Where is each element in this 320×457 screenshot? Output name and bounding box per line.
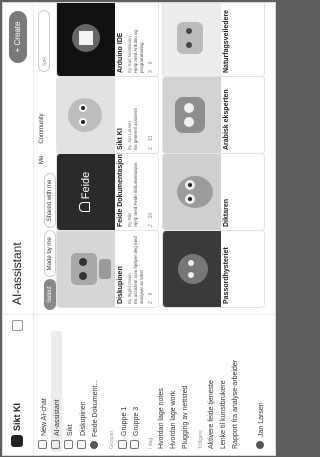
chat-history-item[interactable]: Hvordan lage notes [156,388,167,449]
robot-illustration-icon [57,77,115,153]
card-title: Sikt KI [117,128,124,150]
card-title: Arabisk eksperten [223,89,230,150]
sidebar-item-feide[interactable]: Feide Dokument... [90,380,101,449]
like-count: 2 [148,301,154,304]
app-window: Sikt KI AI-assistant + Create New AI-cha… [2,2,276,456]
lock-icon [79,202,90,213]
card-title: Passordhysteriet [223,247,230,304]
view-count: 8 [148,292,154,296]
assistant-card[interactable]: Arduino IDE By Kari Nordmann Hjelp med A… [56,3,159,77]
brand-name: Sikt KI [12,402,22,431]
folder-icon [130,440,139,449]
section-label-groups: Grupper [109,430,115,449]
section-label-today: I dag [148,437,154,449]
view-count: 20 [148,212,154,219]
sidebar-item-label: New AI-chat [41,398,48,436]
robot-illustration-icon [163,77,221,153]
card-stats: 39 [148,55,154,73]
folder-icon [118,440,127,449]
sidebar-header: Sikt KI [3,314,33,455]
avatar [90,441,98,449]
sidebar-item-label: AI-assistant [54,399,61,436]
chat-history-item[interactable]: Rapport fra analyse-arbeider [230,360,241,449]
card-title: Naturfagsveiledere [223,9,230,73]
sidebar-item-label: Gruppe 3 [133,406,140,436]
user-avatar [256,441,264,449]
owl-illustration-icon [163,154,221,230]
assistant-card[interactable]: Feide Feide Dokumentasjon By Sikt Hjelp … [56,153,159,231]
card-author: By Kari Nordmann [127,36,132,73]
robot-illustration-icon [163,3,221,76]
card-author: By Ingrid Olsen [127,273,132,304]
sidebar-item-label: Feide Dokument... [92,379,99,437]
scope-community[interactable]: Community [39,113,45,143]
card-title: Feide Dokumentasjon [117,154,124,227]
sidebar-item-group-1[interactable]: Gruppe 1 [118,407,129,449]
card-description: Hjelp med Arduino og programmering [133,29,144,73]
tab-select[interactable]: Select [44,279,56,310]
assistant-card[interactable]: Diskupinen By Ingrid Olsen En assistent … [56,230,159,308]
filter-tabs: SelectMade by meShared with me [38,171,56,310]
user-profile[interactable]: Jan Larsen [256,402,265,449]
assistant-card[interactable]: Sikt KI By Jan Larsen En generell assist… [56,76,159,154]
card-description: En generell assistent [133,108,138,150]
robot-illustration-icon [57,231,115,307]
like-count: 2 [148,147,154,150]
card-description: En assistent som hjelper deg med analyse… [133,236,144,304]
view-count: 13 [148,135,154,142]
tab-made-by-me[interactable]: Made by me [44,230,56,278]
card-author: By Jan Larsen [127,121,132,150]
app-logo-icon [11,435,23,447]
card-title: Arduino IDE [117,32,124,73]
sidebar-item-label: Gruppe 1 [121,406,128,436]
assistant-card[interactable]: Arabisk eksperten [162,76,265,154]
sidebar-item-group-3[interactable]: Gruppe 3 [130,407,141,449]
chat-history-item[interactable]: Lenke til kunstbrukere [218,381,229,449]
chat-history-item[interactable]: Plugging av nettsted [180,386,191,449]
sidebar: New AI-chat AI-assistant Sikt Diskupinen… [34,314,275,455]
robot-illustration-icon [163,231,221,307]
tab-shared-with-me[interactable]: Shared with me [44,172,56,229]
like-count: 2 [148,224,154,227]
top-bar: Sikt KI AI-assistant + Create [3,3,34,455]
assistant-icon [51,440,60,449]
chat-icon [38,440,47,449]
sidebar-item-ai-assistant[interactable]: AI-assistant [51,331,62,452]
bot-icon [64,440,73,449]
card-author: By Sikt [127,212,132,227]
chat-history-item[interactable]: Hvordan lage work [168,391,179,449]
sidebar-item-label: Sikt [67,424,74,436]
sidebar-item-label: Diskupinen [80,401,87,436]
card-stats: 28 [148,286,154,304]
card-description: Hjelp med Feide dokumentasjon [133,162,138,227]
assistant-card[interactable]: Diktaren [162,153,265,231]
page-title: AI-assistant [10,242,24,305]
section-label-earlier: Tidligere [198,430,204,449]
bot-icon [77,440,86,449]
card-title: Diktaren [223,198,230,227]
search-input[interactable]: Søk [38,10,50,72]
view-count: 9 [148,61,154,65]
main-content: SelectMade by meShared with me Me Communi… [34,3,275,314]
scope-toggle: Me Community [39,101,45,164]
user-name: Jan Larsen [258,402,265,437]
card-stats: 2 20 [148,207,154,227]
assistant-card[interactable]: Passordhysteriet [162,230,265,308]
card-title: Diskupinen [117,266,124,304]
like-count: 3 [148,70,154,73]
assistant-card[interactable]: Naturfagsveiledere [162,3,265,77]
scope-me[interactable]: Me [39,156,45,164]
sidebar-item-diskupinen[interactable]: Diskupinen [77,401,88,449]
feide-logo: Feide [57,154,115,230]
chat-history-item[interactable]: Aktivere feide tjeneste [206,380,217,449]
create-button[interactable]: + Create [9,11,27,63]
sidebar-item-new-chat[interactable]: New AI-chat [38,398,49,449]
collapse-sidebar-icon[interactable] [12,320,23,331]
sidebar-item-sikt[interactable]: Sikt [64,424,75,449]
glowing-cube-illustration-icon [57,3,115,76]
card-stats: 2 13 [148,130,154,150]
